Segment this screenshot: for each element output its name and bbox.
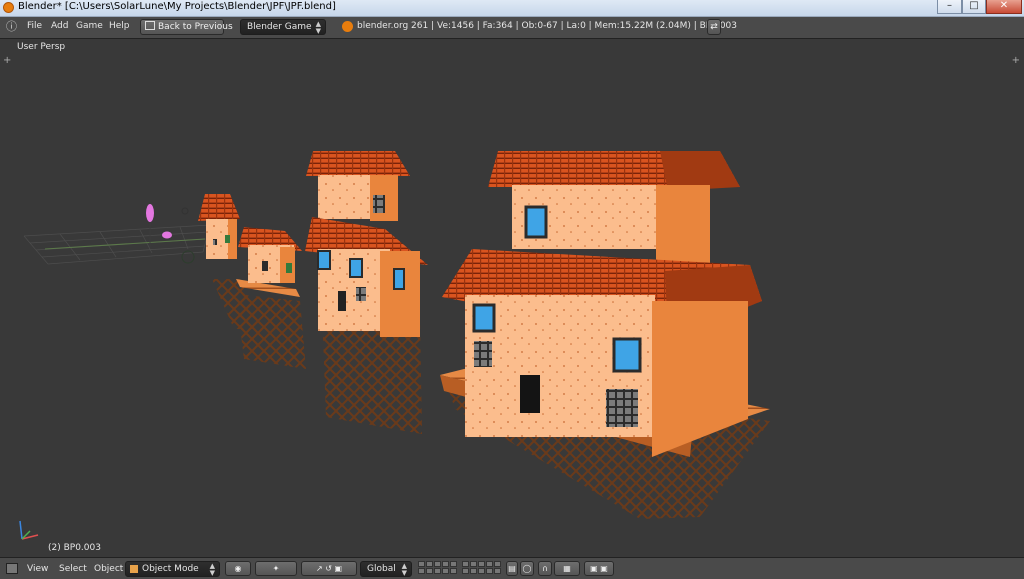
- scene-stats: blender.org 261 | Ve:1456 | Fa:364 | Ob:…: [357, 21, 737, 31]
- menu-help[interactable]: Help: [109, 21, 130, 31]
- camera-icon: ▣ ▣: [590, 564, 608, 573]
- viewport-shading-button[interactable]: ◉: [225, 561, 251, 576]
- orientation-dropdown[interactable]: Global ▲ ▼: [360, 561, 412, 577]
- view3d-editor-icon[interactable]: [6, 563, 18, 574]
- editor-type-icon[interactable]: ⓘ: [6, 21, 18, 33]
- layer-buttons-1[interactable]: [418, 561, 457, 576]
- engine-label: Blender Game: [247, 22, 312, 32]
- menu-game[interactable]: Game: [76, 21, 103, 31]
- blender-version-icon: [342, 21, 353, 32]
- shading-icon: ◉: [234, 564, 242, 573]
- back-to-previous-button[interactable]: Back to Previous: [140, 19, 233, 35]
- scene-render: [19, 151, 770, 540]
- back-icon: [145, 21, 155, 30]
- info-header: ⓘ File Add Game Help Back to Previous Bl…: [0, 17, 1024, 39]
- fullscreen-button[interactable]: ⇄: [707, 19, 721, 35]
- magnet-icon: ∩: [542, 564, 548, 573]
- pivot-icon: ✦: [272, 564, 280, 573]
- menu-file[interactable]: File: [27, 21, 42, 31]
- dropdown-arrows-icon: ▲ ▼: [209, 562, 215, 577]
- fullscreen-icon: ⇄: [710, 22, 718, 32]
- minimize-button[interactable]: –: [937, 0, 962, 14]
- menu-object[interactable]: Object: [94, 564, 123, 574]
- snap-element-icon: ▦: [563, 564, 571, 573]
- dropdown-arrows-icon: ▲ ▼: [401, 562, 407, 577]
- menu-select[interactable]: Select: [59, 564, 87, 574]
- layer-buttons-2[interactable]: [462, 561, 501, 576]
- pivot-point-button[interactable]: ✦: [255, 561, 297, 576]
- house-small-2[interactable]: [236, 227, 306, 369]
- view3d-header: View Select Object Object Mode ▲ ▼ ◉ ✦ ↗ …: [0, 557, 1024, 579]
- house-large[interactable]: [440, 151, 770, 519]
- lock-layers-button[interactable]: ▤: [506, 561, 518, 576]
- close-button[interactable]: ✕: [986, 0, 1022, 14]
- house-medium[interactable]: [305, 151, 428, 434]
- menu-view[interactable]: View: [27, 564, 48, 574]
- engine-dropdown[interactable]: Blender Game ▲ ▼: [240, 19, 326, 35]
- mode-label: Object Mode: [142, 564, 199, 574]
- active-object-label: (2) BP0.003: [48, 543, 101, 553]
- proportional-icon: ◯: [522, 564, 532, 573]
- object-mode-icon: [130, 565, 138, 573]
- 3d-viewport[interactable]: User Persp + + (2) BP0.003: [0, 39, 1024, 557]
- proportional-edit-button[interactable]: ◯: [520, 561, 534, 576]
- orientation-label: Global: [367, 564, 396, 574]
- manipulator-buttons[interactable]: ↗ ↺ ▣: [301, 561, 357, 576]
- mode-dropdown[interactable]: Object Mode ▲ ▼: [125, 561, 220, 577]
- blender-logo-icon: [3, 2, 14, 13]
- lock-icon: ▤: [508, 564, 516, 573]
- window-titlebar: Blender* [C:\Users\SolarLune\My Projects…: [0, 0, 1024, 17]
- manipulator-icon: ↗ ↺ ▣: [315, 564, 343, 573]
- dropdown-arrows-icon: ▲ ▼: [315, 20, 321, 35]
- maximize-button[interactable]: □: [962, 0, 986, 14]
- snap-element-dropdown[interactable]: ▦: [554, 561, 580, 576]
- snap-button[interactable]: ∩: [538, 561, 552, 576]
- menu-add[interactable]: Add: [51, 21, 68, 31]
- window-title: Blender* [C:\Users\SolarLune\My Projects…: [18, 1, 336, 12]
- back-to-previous-label: Back to Previous: [158, 22, 233, 32]
- render-buttons[interactable]: ▣ ▣: [584, 561, 614, 576]
- axis-gizmo-icon: [19, 520, 39, 540]
